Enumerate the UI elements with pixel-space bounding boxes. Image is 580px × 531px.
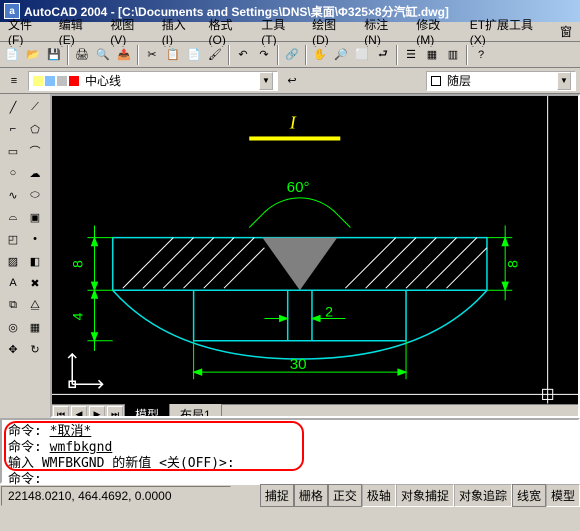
region-icon[interactable]: ◧ [24,250,46,272]
layer-toolbar: ≡ 中心线 ▼ ↩ 随层 ▼ [0,68,580,94]
redo-icon[interactable]: ↷ [254,45,274,65]
offset-icon[interactable]: ◎ [2,316,24,338]
coords-display[interactable]: 22148.0210, 464.4692, 0.0000 [1,486,231,506]
freeze-icon [45,76,55,86]
lightbulb-icon [33,76,43,86]
print-icon[interactable]: 🖨 [72,45,92,65]
layer-combo[interactable]: 中心线 ▼ [28,71,278,91]
move-icon[interactable]: ✥ [2,338,24,360]
tab-layout1[interactable]: 布局1 [169,403,222,419]
text-icon[interactable]: A [2,272,24,294]
new-icon[interactable]: 📄 [2,45,22,65]
chevron-down-icon[interactable]: ▼ [557,72,571,90]
tab-first-icon[interactable]: ⏮ [53,406,69,418]
save-icon[interactable]: 💾 [44,45,64,65]
circle-icon[interactable]: ○ [2,162,24,184]
zoom-win-icon[interactable]: ⬜ [352,45,372,65]
color-combo[interactable]: 随层 ▼ [426,71,576,91]
bylayer-swatch [431,76,441,86]
polyline-icon[interactable]: ⌐ [2,118,24,140]
copy-obj-icon[interactable]: ⧉ [2,294,24,316]
rotate-icon[interactable]: ↻ [24,338,46,360]
make-block-icon[interactable]: ◰ [2,228,24,250]
paste-icon[interactable]: 📄 [184,45,204,65]
hyperlink-icon[interactable]: 🔗 [282,45,302,65]
svg-text:8: 8 [505,260,521,268]
tab-last-icon[interactable]: ⏭ [107,406,123,418]
point-icon[interactable]: • [24,228,46,250]
tab-prev-icon[interactable]: ◀ [71,406,87,418]
revcloud-icon[interactable]: ☁ [24,162,46,184]
cut-icon[interactable]: ✂ [142,45,162,65]
erase-icon[interactable]: ✖ [24,272,46,294]
rectangle-icon[interactable]: ▭ [2,140,24,162]
svg-text:2: 2 [325,305,333,321]
color-label: 随层 [447,72,471,89]
array-icon[interactable]: ▦ [24,316,46,338]
dc-icon[interactable]: ▦ [422,45,442,65]
cmd-line-2: 命令: wmfbkgnd [8,440,572,456]
lock-icon [57,76,67,86]
tab-next-icon[interactable]: ▶ [89,406,105,418]
undo-icon[interactable]: ↶ [233,45,253,65]
cmd-line-1: 命令: *取消* [8,424,572,440]
svg-text:60°: 60° [287,179,310,196]
svg-text:I: I [289,112,297,132]
pan-icon[interactable]: ✋ [310,45,330,65]
zoom-prev-icon[interactable]: ⮐ [373,45,393,65]
cmd-line-3: 输入 WMFBKGND 的新值 <关(OFF)>: [8,456,572,472]
tab-model[interactable]: 模型 [124,403,170,419]
draw-toolbar: ╱ ⟋ ⌐ ⬠ ▭ ⌒ ○ ☁ ∿ ⬭ ⌓ ▣ ◰ • ▨ ◧ A ✖ ⧉ ⧋ … [0,94,50,418]
props-icon[interactable]: ☰ [401,45,421,65]
hatch-icon[interactable]: ▨ [2,250,24,272]
chevron-down-icon[interactable]: ▼ [259,72,273,90]
open-icon[interactable]: 📂 [23,45,43,65]
svg-text:8: 8 [70,260,86,268]
line-icon[interactable]: ╱ [2,96,24,118]
drawing-canvas[interactable]: I 60° [52,96,578,404]
insert-block-icon[interactable]: ▣ [24,206,46,228]
color-swatch [69,76,79,86]
xline-icon[interactable]: ⟋ [24,96,46,118]
layer-name: 中心线 [85,72,121,89]
ellipse-icon[interactable]: ⬭ [24,184,46,206]
layer-prev-icon[interactable]: ↩ [282,71,302,91]
zoom-rt-icon[interactable]: 🔎 [331,45,351,65]
layer-manager-icon[interactable]: ≡ [4,71,24,91]
ellipse-arc-icon[interactable]: ⌓ [2,206,24,228]
cmd-prompt[interactable]: 命令: [8,472,572,488]
svg-text:30: 30 [290,356,307,373]
publish-icon[interactable]: 📤 [114,45,134,65]
match-icon[interactable]: 🖌 [205,45,225,65]
mirror-icon[interactable]: ⧋ [24,294,46,316]
command-window[interactable]: 命令: *取消* 命令: wmfbkgnd 输入 WMFBKGND 的新值 <关… [0,418,580,484]
spline-icon[interactable]: ∿ [2,184,24,206]
tool-palette-icon[interactable]: ▥ [443,45,463,65]
svg-text:4: 4 [70,313,86,321]
work-area: ╱ ⟋ ⌐ ⬠ ▭ ⌒ ○ ☁ ∿ ⬭ ⌓ ▣ ◰ • ▨ ◧ A ✖ ⧉ ⧋ … [0,94,580,418]
copy-icon[interactable]: 📋 [163,45,183,65]
layout-tabs: ⏮ ◀ ▶ ⏭ 模型 布局1 [52,404,578,419]
menu-bar: 文件(F) 编辑(E) 视图(V) 插入(I) 格式(O) 工具(T) 绘图(D… [0,22,580,42]
menu-window[interactable]: 窗 [554,21,578,42]
help-icon[interactable]: ? [471,45,491,65]
preview-icon[interactable]: 🔍 [93,45,113,65]
canvas-wrap: I 60° [50,94,580,418]
arc-icon[interactable]: ⌒ [24,140,46,162]
polygon-icon[interactable]: ⬠ [24,118,46,140]
